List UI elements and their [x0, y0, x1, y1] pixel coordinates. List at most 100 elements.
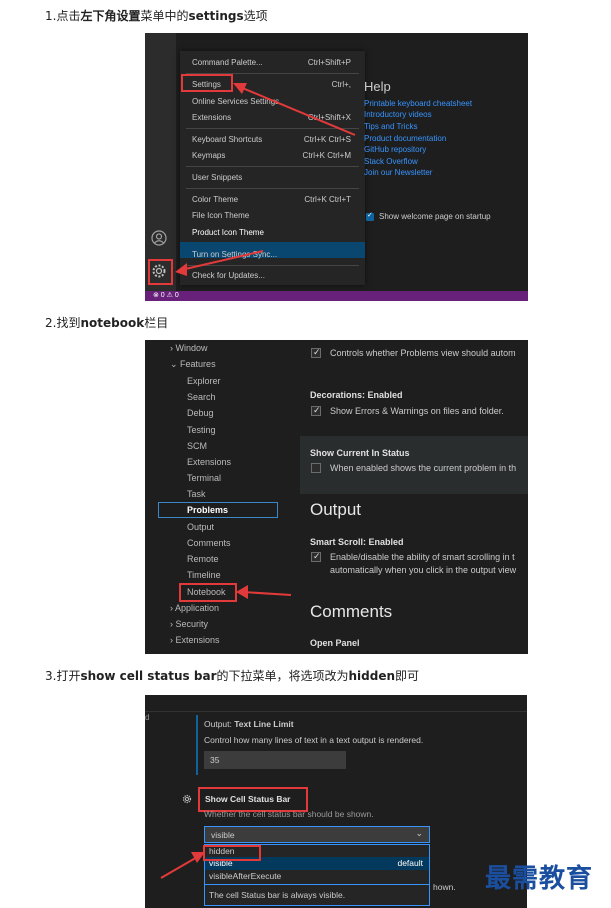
startup-label: Show welcome page on startup	[379, 212, 491, 221]
step-2-post: 栏目	[144, 316, 169, 330]
tree-item-comments[interactable]: Comments	[187, 538, 231, 548]
step-1-post: 选项	[243, 9, 268, 23]
help-link-videos[interactable]: Introductory videos	[364, 110, 432, 119]
tree-item-application[interactable]: › Application	[170, 603, 219, 613]
text-line-limit-name: Text Line Limit	[234, 719, 294, 729]
status-bar-select[interactable]: visible ⌄	[204, 826, 430, 843]
modified-indicator	[196, 715, 198, 775]
open-panel-title: Open Panel	[310, 638, 360, 648]
menu-key-color-theme: Ctrl+K Ctrl+T	[304, 195, 351, 204]
gear-icon[interactable]	[182, 791, 192, 809]
tree-item-problems[interactable]: Problems	[187, 505, 228, 515]
help-link-cheatsheet[interactable]: Printable keyboard cheatsheet	[364, 99, 472, 108]
smart-scroll-desc-2: automatically when you click in the outp…	[330, 565, 517, 575]
tree-item-security-label: Security	[175, 619, 209, 629]
screenshot-settings-tree: › Window ⌄ Features Explorer Search Debu…	[145, 340, 528, 654]
activity-bar	[145, 33, 176, 291]
screenshot-manage-menu: Command Palette... Ctrl+Shift+P Settings…	[145, 33, 528, 301]
tree-item-application-label: Application	[175, 603, 220, 613]
menu-separator	[186, 128, 359, 129]
trailing-text: hown.	[433, 882, 456, 892]
tree-item-debug[interactable]: Debug	[187, 408, 214, 418]
tree-item-security[interactable]: › Security	[170, 619, 208, 629]
tree-item-timeline[interactable]: Timeline	[187, 570, 221, 580]
menu-item-file-icon-theme[interactable]: File Icon Theme	[192, 211, 249, 220]
tree-item-remote[interactable]: Remote	[187, 554, 219, 564]
step-3-bold-1: show cell status bar	[80, 669, 217, 683]
menu-item-settings-sync[interactable]: Turn on Settings Sync...	[192, 250, 277, 259]
menu-item-product-icon-theme[interactable]: Product Icon Theme	[192, 228, 264, 237]
smart-scroll-checkbox[interactable]	[311, 551, 321, 562]
show-current-title: Show Current In Status	[310, 448, 410, 458]
tree-item-scm[interactable]: SCM	[187, 441, 207, 451]
help-heading: Help	[364, 79, 391, 94]
tree-item-task[interactable]: Task	[187, 489, 206, 499]
text-line-limit-desc: Control how many lines of text in a text…	[204, 735, 424, 745]
problems-visible-desc: Controls whether Problems view should au…	[330, 348, 516, 358]
tree-item-terminal[interactable]: Terminal	[187, 473, 221, 483]
divider	[145, 711, 527, 712]
status-bar: ⊗ 0 ⚠ 0	[145, 291, 528, 301]
tree-item-search[interactable]: Search	[187, 392, 216, 402]
decorations-title: Decorations: Enabled	[310, 390, 403, 400]
smart-scroll-title: Smart Scroll: Enabled	[310, 537, 404, 547]
menu-separator	[186, 188, 359, 189]
tree-item-explorer[interactable]: Explorer	[187, 376, 221, 386]
tree-item-window[interactable]: › Window	[170, 343, 208, 353]
step-1-mid: 菜单中的	[140, 9, 189, 23]
step-1-bold-1: 左下角设置	[80, 9, 141, 23]
help-link-newsletter[interactable]: Join our Newsletter	[364, 168, 432, 177]
option-visible-after-execute[interactable]: visibleAfterExecute	[209, 871, 281, 881]
help-link-docs[interactable]: Product documentation	[364, 134, 446, 143]
watermark-logo: 最需教育	[485, 864, 594, 894]
menu-item-online-services[interactable]: Online Services Settings	[192, 97, 279, 106]
tree-item-window-label: Window	[175, 343, 208, 353]
help-link-github[interactable]: GitHub repository	[364, 145, 426, 154]
show-current-checkbox[interactable]	[311, 463, 321, 473]
problems-visible-checkbox[interactable]	[311, 347, 321, 358]
option-visible-default-tag: default	[397, 858, 423, 868]
step-1-bold-2: settings	[188, 9, 244, 23]
tree-item-testing[interactable]: Testing	[187, 425, 216, 435]
text-line-limit-value: 35	[210, 755, 220, 765]
menu-item-keyboard-shortcuts[interactable]: Keyboard Shortcuts	[192, 135, 262, 144]
decorations-desc: Show Errors & Warnings on files and fold…	[330, 406, 504, 416]
step-3-post: 即可	[395, 669, 420, 683]
menu-key-command-palette: Ctrl+Shift+P	[307, 58, 351, 67]
help-link-stackoverflow[interactable]: Stack Overflow	[364, 157, 418, 166]
menu-separator	[186, 243, 359, 244]
step-1-instruction: 1.点击左下角设置菜单中的settings选项	[45, 7, 268, 24]
step-1-pre: 1.点击	[45, 9, 81, 23]
status-problems[interactable]: ⊗ 0 ⚠ 0	[153, 291, 179, 299]
text-line-limit-input[interactable]: 35	[204, 751, 346, 769]
step-3-pre: 3.打开	[45, 669, 81, 683]
menu-item-user-snippets[interactable]: User Snippets	[192, 173, 242, 182]
menu-item-command-palette[interactable]: Command Palette...	[192, 58, 263, 67]
menu-item-check-updates[interactable]: Check for Updates...	[192, 271, 265, 280]
show-cell-status-bar-desc: Whether the cell status bar should be sh…	[204, 809, 374, 819]
menu-key-keymaps: Ctrl+K Ctrl+M	[302, 151, 351, 160]
comments-section-heading: Comments	[310, 602, 393, 621]
option-description: The cell Status bar is always visible.	[209, 890, 346, 900]
notebook-highlight-box	[179, 583, 237, 602]
settings-highlight-box	[181, 74, 233, 92]
help-link-tips[interactable]: Tips and Tricks	[364, 122, 418, 131]
menu-item-color-theme[interactable]: Color Theme	[192, 195, 238, 204]
smart-scroll-desc-1: Enable/disable the ability of smart scro…	[330, 552, 515, 562]
tree-item-features[interactable]: ⌄ Features	[170, 359, 216, 370]
tree-item-extensions[interactable]: Extensions	[187, 457, 231, 467]
tree-item-extensions-group[interactable]: › Extensions	[170, 635, 220, 645]
dropdown-divider	[205, 884, 429, 885]
tree-item-output[interactable]: Output	[187, 522, 214, 532]
menu-item-extensions[interactable]: Extensions	[192, 113, 231, 122]
startup-checkbox[interactable]	[366, 211, 374, 221]
menu-item-keymaps[interactable]: Keymaps	[192, 151, 225, 160]
menu-separator	[186, 265, 359, 266]
status-bar-select-value: visible	[211, 830, 235, 840]
menu-key-keyboard-shortcuts: Ctrl+K Ctrl+S	[303, 135, 351, 144]
decorations-checkbox[interactable]	[311, 405, 321, 416]
chevron-down-icon: ⌄	[170, 359, 181, 369]
account-icon[interactable]	[151, 230, 167, 246]
step-2-pre: 2.找到	[45, 316, 81, 330]
menu-separator	[186, 166, 359, 167]
